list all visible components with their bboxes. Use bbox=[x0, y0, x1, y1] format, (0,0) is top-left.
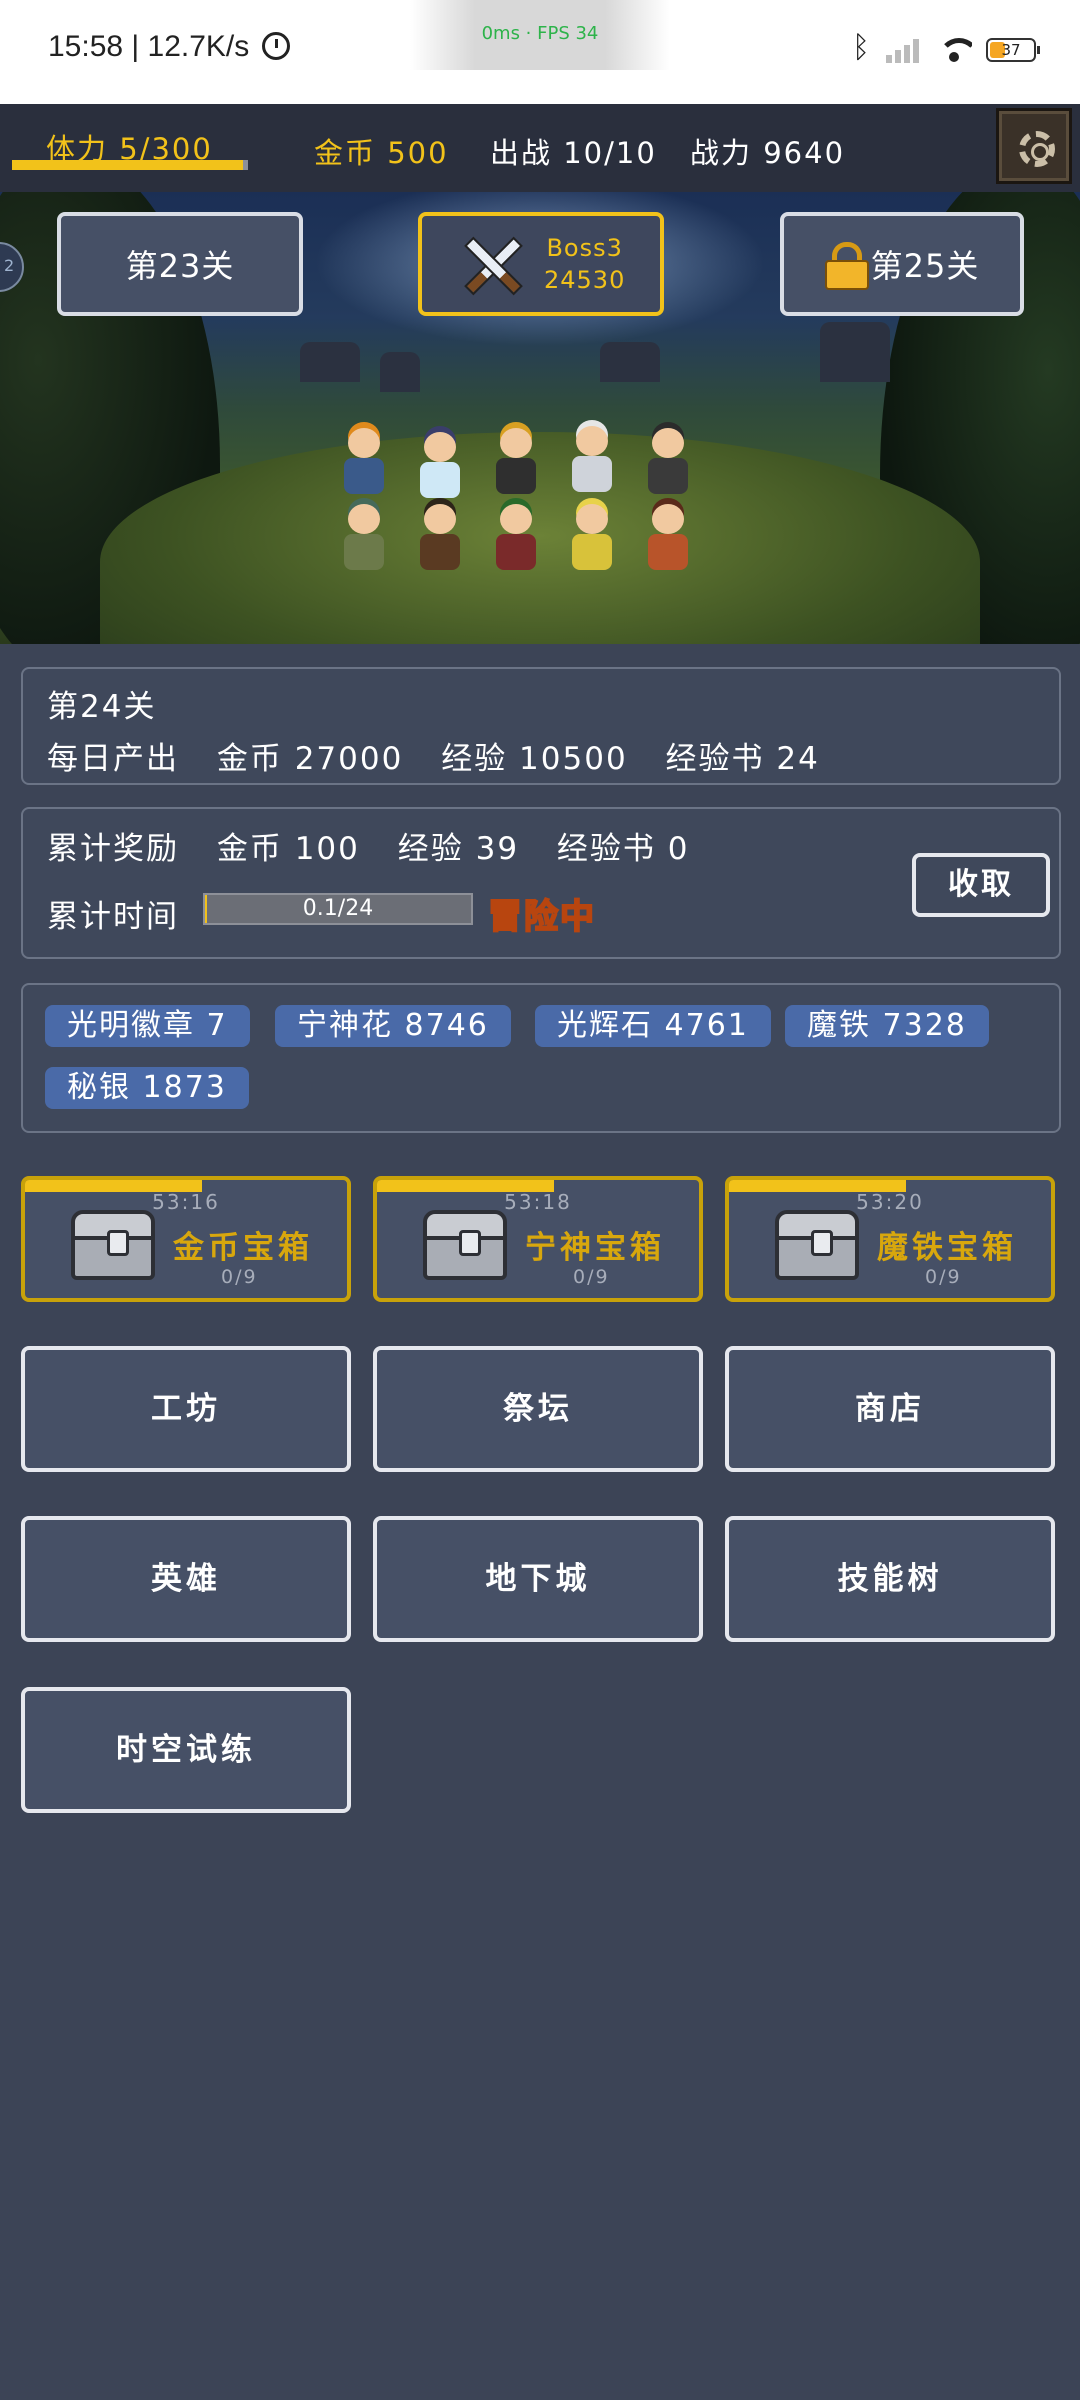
stage-output-panel: 第24关 每日产出 金币 27000 经验 10500 经验书 24 bbox=[21, 667, 1061, 785]
hero-sprite bbox=[564, 504, 620, 574]
rewards-row: 累计奖励 金币 100 经验 39 经验书 0 bbox=[47, 823, 690, 868]
accumulated-time-text: 0.1/24 bbox=[302, 896, 374, 921]
perf-text: 0ms · FPS 34 bbox=[481, 23, 599, 44]
material-chip-flower: 宁神花 8746 bbox=[275, 1005, 511, 1047]
daily-exp-book: 经验书 24 bbox=[665, 741, 820, 777]
skill-tree-button[interactable]: 技能树 bbox=[725, 1516, 1055, 1642]
hero-sprite bbox=[564, 426, 620, 496]
stamina-bar-fill bbox=[12, 160, 244, 170]
treasure-chest-icon bbox=[71, 1210, 155, 1280]
gold-counter: 金币 500 bbox=[314, 136, 449, 170]
accumulated-time-bar: 0.1/24 bbox=[203, 893, 473, 925]
stamina-bar bbox=[12, 160, 248, 170]
boss-challenge-button[interactable]: Boss3 24530 bbox=[418, 212, 664, 316]
next-stage-button[interactable]: 第25关 bbox=[780, 212, 1024, 316]
daily-output-label: 每日产出 bbox=[47, 741, 179, 777]
hero-sprite bbox=[412, 504, 468, 574]
resource-header: 体力 5/300 金币 500 出战 10/10 战力 9640 bbox=[0, 104, 1080, 192]
lock-icon bbox=[824, 242, 869, 290]
treasure-chest-icon bbox=[423, 1210, 507, 1280]
hero-sprite bbox=[488, 504, 544, 574]
prev-stage-button[interactable]: 第23关 bbox=[57, 212, 303, 316]
collect-button[interactable]: 收取 bbox=[912, 853, 1050, 917]
gear-icon bbox=[1019, 131, 1055, 167]
boss-name: Boss3 bbox=[546, 234, 623, 262]
calm-chest-button[interactable]: 53:18 宁神宝箱 0/9 bbox=[373, 1176, 703, 1302]
materials-panel: 光明徽章 7 宁神花 8746 光辉石 4761 魔铁 7328 秘银 1873 bbox=[21, 983, 1061, 1133]
heroes-button[interactable]: 英雄 bbox=[21, 1516, 351, 1642]
dungeon-button[interactable]: 地下城 bbox=[373, 1516, 703, 1642]
chest-name: 金币宝箱 bbox=[173, 1230, 313, 1266]
chest-name: 宁神宝箱 bbox=[525, 1230, 665, 1266]
workshop-button[interactable]: 工坊 bbox=[21, 1346, 351, 1472]
wifi-icon bbox=[936, 36, 972, 64]
crossed-swords-icon bbox=[458, 231, 524, 297]
spacetime-trial-button[interactable]: 时空试练 bbox=[21, 1687, 351, 1813]
bluetooth-icon bbox=[852, 30, 872, 66]
iron-chest-button[interactable]: 53:20 魔铁宝箱 0/9 bbox=[725, 1176, 1055, 1302]
treasure-chest-icon bbox=[775, 1210, 859, 1280]
rewards-gold: 金币 100 bbox=[216, 831, 360, 867]
scene-grave bbox=[820, 322, 890, 382]
hero-sprite bbox=[336, 428, 392, 498]
hero-sprite bbox=[640, 428, 696, 498]
rewards-exp-book: 经验书 0 bbox=[556, 831, 690, 867]
altar-button[interactable]: 祭坛 bbox=[373, 1346, 703, 1472]
settings-button[interactable] bbox=[996, 108, 1072, 184]
material-chip-radiant-stone: 光辉石 4761 bbox=[535, 1005, 771, 1047]
next-stage-label: 第25关 bbox=[870, 247, 980, 285]
chest-timer: 53:18 bbox=[504, 1190, 572, 1214]
prev-stage-label: 第23关 bbox=[125, 247, 235, 285]
boss-power: 24530 bbox=[544, 266, 626, 294]
chest-count: 0/9 bbox=[573, 1266, 610, 1288]
hero-sprite bbox=[412, 432, 468, 502]
accumulated-rewards-panel: 累计奖励 金币 100 经验 39 经验书 0 累计时间 0.1/24 冒险中 … bbox=[21, 807, 1061, 959]
adventuring-status: 冒险中 bbox=[487, 896, 596, 938]
perf-indicator: 0ms · FPS 34 bbox=[410, 0, 670, 70]
rewards-label: 累计奖励 bbox=[47, 831, 179, 867]
signal-icon bbox=[886, 37, 922, 63]
chest-name: 魔铁宝箱 bbox=[877, 1230, 1017, 1266]
hero-sprite bbox=[336, 504, 392, 574]
gold-chest-button[interactable]: 53:16 金币宝箱 0/9 bbox=[21, 1176, 351, 1302]
battle-scene: 2 第23关 Boss3 24530 第25关 bbox=[0, 192, 1080, 644]
daily-gold: 金币 27000 bbox=[216, 741, 404, 777]
power-counter: 战力 9640 bbox=[690, 136, 846, 170]
scene-grave bbox=[380, 352, 420, 392]
system-status-bar: 15:58 | 12.7K/s 0ms · FPS 34 37 bbox=[0, 0, 1080, 104]
rewards-exp: 经验 39 bbox=[397, 831, 520, 867]
material-chip-magic-iron: 魔铁 7328 bbox=[785, 1005, 989, 1047]
stage-title: 第24关 bbox=[47, 689, 157, 725]
deploy-counter: 出战 10/10 bbox=[490, 136, 657, 170]
chest-timer: 53:16 bbox=[152, 1190, 220, 1214]
material-chip-badge: 光明徽章 7 bbox=[45, 1005, 250, 1047]
hero-sprite bbox=[640, 504, 696, 574]
shop-button[interactable]: 商店 bbox=[725, 1346, 1055, 1472]
boss-info: Boss3 24530 bbox=[544, 232, 625, 296]
status-time-speed: 15:58 | 12.7K/s bbox=[48, 30, 290, 64]
chest-count: 0/9 bbox=[221, 1266, 258, 1288]
daily-exp: 经验 10500 bbox=[441, 741, 628, 777]
daily-output-row: 每日产出 金币 27000 经验 10500 经验书 24 bbox=[47, 733, 820, 778]
material-chip-mithril: 秘银 1873 bbox=[45, 1067, 249, 1109]
side-badge-text: 2 bbox=[4, 256, 15, 275]
accumulated-time-label: 累计时间 bbox=[47, 899, 179, 935]
battery-level: 37 bbox=[1001, 41, 1021, 59]
scene-grave bbox=[300, 342, 360, 382]
battery-icon: 37 bbox=[986, 38, 1040, 62]
chest-count: 0/9 bbox=[925, 1266, 962, 1288]
scene-grave bbox=[600, 342, 660, 382]
alarm-icon bbox=[261, 32, 290, 60]
status-time-text: 15:58 | 12.7K/s bbox=[48, 30, 250, 63]
chest-timer: 53:20 bbox=[856, 1190, 924, 1214]
hero-sprite bbox=[488, 428, 544, 498]
status-icons: 37 bbox=[852, 30, 1040, 70]
